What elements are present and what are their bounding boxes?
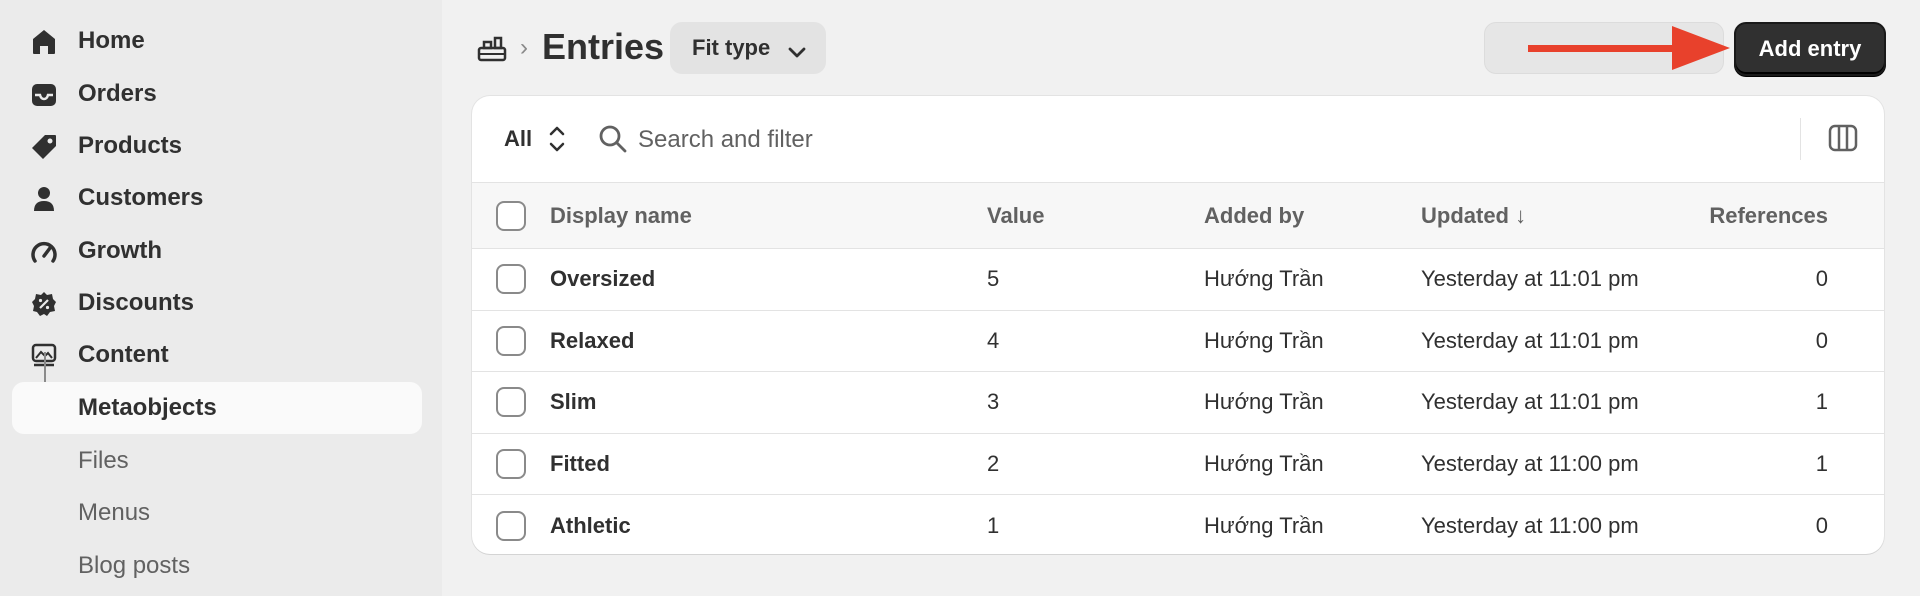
column-header-updated[interactable]: Updated ↓ (1421, 183, 1703, 249)
row-checkbox[interactable] (496, 387, 526, 418)
sidebar-item-label: Blog posts (78, 552, 191, 579)
page-header: › Entries Fit type Add entry (442, 0, 1920, 96)
sidebar-item-orders[interactable]: Orders (12, 68, 422, 120)
row-updated: Yesterday at 11:00 pm (1421, 512, 1639, 538)
sidebar-item-content[interactable]: Content (12, 329, 422, 381)
sidebar-item-label: Metaobjects (78, 394, 217, 421)
table-toolbar: All (472, 96, 1884, 182)
table-row[interactable]: Slim 3 Hướng Trần Yesterday at 11:01 pm … (472, 372, 1884, 434)
row-added-by: Hướng Trần (1204, 389, 1324, 415)
sidebar-item-growth[interactable]: Growth (12, 225, 422, 277)
sidebar-item-label: Content (78, 341, 169, 368)
row-value: 5 (987, 266, 1000, 292)
discount-icon (30, 290, 58, 318)
row-value: 1 (987, 512, 1000, 538)
sidebar-item-label: Orders (78, 80, 157, 107)
row-checkbox[interactable] (496, 448, 526, 479)
home-icon (30, 28, 58, 56)
row-checkbox[interactable] (496, 510, 526, 541)
gauge-icon (30, 238, 58, 266)
sidebar-item-metaobjects[interactable]: Metaobjects (12, 382, 422, 434)
columns-icon[interactable] (1828, 123, 1858, 158)
table-header-row: Display name Value Added by Updated ↓ Re… (472, 182, 1884, 249)
row-display-name[interactable]: Fitted (550, 433, 987, 495)
select-all-cell (472, 183, 550, 249)
table-row[interactable]: Athletic 1 Hướng Trần Yesterday at 11:00… (472, 495, 1884, 555)
row-added-by: Hướng Trần (1204, 327, 1324, 353)
row-updated: Yesterday at 11:01 pm (1421, 327, 1639, 353)
row-references: 0 (1815, 266, 1828, 292)
column-header-added-by[interactable]: Added by (1204, 183, 1421, 249)
annotation-arrow-icon (1528, 26, 1730, 70)
row-display-name[interactable]: Oversized (550, 249, 987, 311)
toolbar-divider (1800, 118, 1801, 160)
row-added-by: Hướng Trần (1204, 512, 1324, 538)
row-references: 0 (1815, 512, 1828, 538)
row-references: 1 (1815, 389, 1828, 415)
sidebar: Home Orders Products Customers Growth Di… (0, 0, 442, 596)
sidebar-item-label: Home (78, 27, 145, 54)
table-row[interactable]: Fitted 2 Hướng Trần Yesterday at 11:00 p… (472, 433, 1884, 495)
search-icon (598, 124, 628, 159)
sidebar-item-label: Growth (78, 237, 162, 264)
metaobject-icon[interactable] (476, 34, 508, 64)
breadcrumb-separator: › (520, 34, 528, 61)
sidebar-item-discounts[interactable]: Discounts (12, 277, 422, 329)
tag-icon (30, 133, 58, 161)
row-value: 2 (987, 450, 1000, 476)
row-value: 3 (987, 389, 1000, 415)
sidebar-item-blog-posts[interactable]: Blog posts (12, 540, 422, 592)
search-input[interactable] (638, 120, 1238, 160)
fit-type-label: Fit type (692, 35, 771, 60)
sidebar-item-products[interactable]: Products (12, 120, 422, 172)
row-references: 1 (1815, 450, 1828, 476)
row-updated: Yesterday at 11:00 pm (1421, 450, 1639, 476)
add-entry-button[interactable]: Add entry (1734, 22, 1886, 76)
sidebar-item-label: Files (78, 447, 129, 474)
sidebar-item-label: Menus (78, 499, 151, 526)
sidebar-item-label: Discounts (78, 289, 195, 316)
entries-card: All Display name Value Added by Updated … (472, 96, 1884, 554)
row-updated: Yesterday at 11:01 pm (1421, 266, 1639, 292)
row-display-name[interactable]: Athletic (550, 495, 987, 555)
column-header-references[interactable]: References (1703, 183, 1884, 249)
sidebar-item-label: Customers (78, 184, 204, 211)
row-value: 4 (987, 327, 1000, 353)
table-row[interactable]: Relaxed 4 Hướng Trần Yesterday at 11:01 … (472, 310, 1884, 372)
page-title: Entries (542, 26, 665, 67)
sidebar-item-label: Products (78, 132, 183, 159)
row-checkbox[interactable] (496, 264, 526, 295)
sidebar-item-customers[interactable]: Customers (12, 172, 422, 224)
row-added-by: Hướng Trần (1204, 266, 1324, 292)
entries-table: Display name Value Added by Updated ↓ Re… (472, 182, 1884, 554)
sort-icon[interactable] (548, 124, 566, 159)
sidebar-item-files[interactable]: Files (12, 435, 422, 487)
row-updated: Yesterday at 11:01 pm (1421, 389, 1639, 415)
row-display-name[interactable]: Slim (550, 372, 987, 434)
select-all-checkbox[interactable] (496, 200, 526, 231)
row-display-name[interactable]: Relaxed (550, 310, 987, 372)
sidebar-item-menus[interactable]: Menus (12, 487, 422, 539)
tab-all[interactable]: All (504, 126, 532, 152)
column-header-value[interactable]: Value (987, 183, 1204, 249)
row-references: 0 (1815, 327, 1828, 353)
row-checkbox[interactable] (496, 325, 526, 356)
table-row[interactable]: Oversized 5 Hướng Trần Yesterday at 11:0… (472, 249, 1884, 311)
sidebar-item-home[interactable]: Home (12, 15, 422, 67)
row-added-by: Hướng Trần (1204, 450, 1324, 476)
chevron-down-icon (788, 40, 806, 66)
person-icon (30, 185, 58, 213)
fit-type-dropdown[interactable]: Fit type (670, 22, 826, 74)
orders-icon (30, 81, 58, 109)
column-header-display-name[interactable]: Display name (550, 183, 987, 249)
